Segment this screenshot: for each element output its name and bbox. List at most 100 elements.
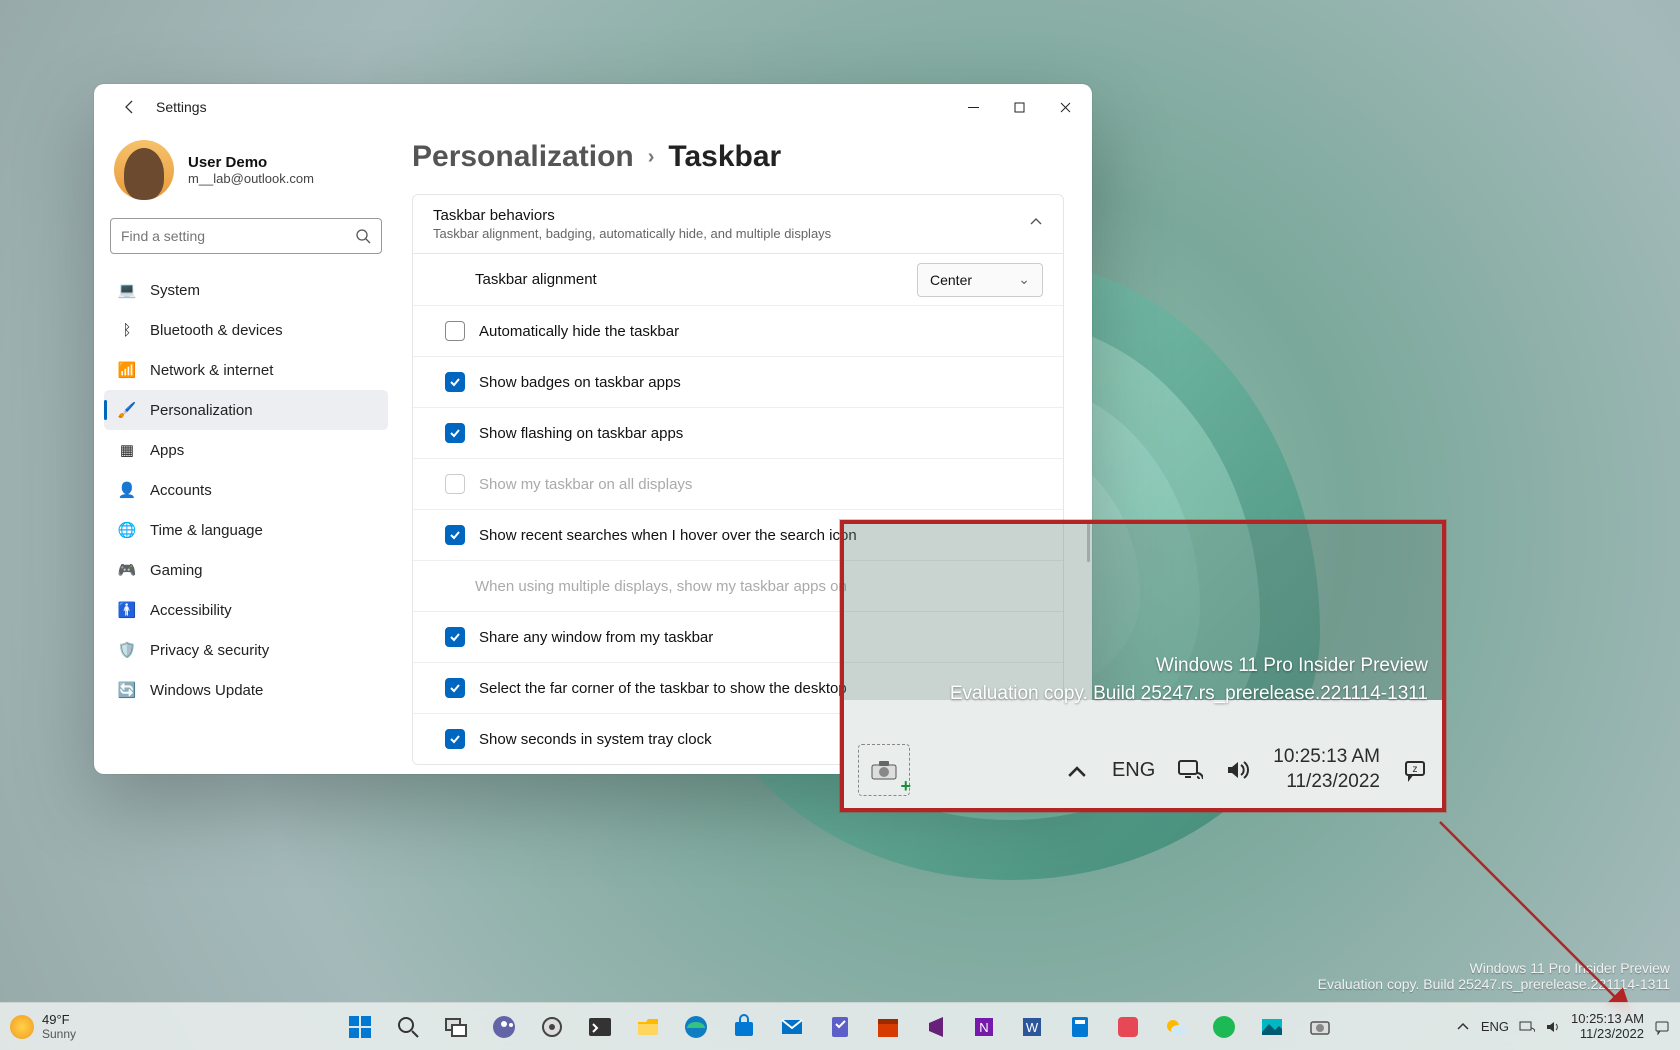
maximize-button[interactable] bbox=[996, 90, 1042, 124]
sidebar-item-accessibility[interactable]: 🚹Accessibility bbox=[104, 590, 388, 630]
tray-notifications-icon[interactable] bbox=[1654, 1019, 1670, 1035]
terminal-icon[interactable] bbox=[580, 1007, 620, 1047]
onenote-icon[interactable]: N bbox=[964, 1007, 1004, 1047]
row-all-displays-label: Show my taskbar on all displays bbox=[479, 476, 692, 493]
row-recent-label: Show recent searches when I hover over t… bbox=[479, 527, 857, 544]
zoom-callout: Windows 11 Pro Insider Preview Evaluatio… bbox=[840, 520, 1446, 812]
sidebar-item-label: System bbox=[150, 282, 200, 299]
tray-language[interactable]: ENG bbox=[1481, 1019, 1509, 1034]
tray-clock[interactable]: 10:25:13 AM 11/23/2022 bbox=[1571, 1012, 1644, 1042]
tray-volume-icon[interactable] bbox=[1545, 1019, 1561, 1035]
sidebar-item-label: Network & internet bbox=[150, 362, 273, 379]
task-view-button[interactable] bbox=[436, 1007, 476, 1047]
tray-overflow-icon[interactable] bbox=[1455, 1019, 1471, 1035]
checkbox-autohide[interactable] bbox=[445, 321, 465, 341]
tray-time: 10:25:13 AM bbox=[1571, 1012, 1644, 1027]
sidebar-item-update[interactable]: 🔄Windows Update bbox=[104, 670, 388, 710]
row-seconds-label: Show seconds in system tray clock bbox=[479, 731, 712, 748]
tray-overflow-icon[interactable] bbox=[1064, 759, 1090, 785]
section-header-taskbar-behaviors[interactable]: Taskbar behaviors Taskbar alignment, bad… bbox=[412, 194, 1064, 254]
network-icon: 📶 bbox=[118, 361, 136, 379]
tray-date: 11/23/2022 bbox=[1571, 1027, 1644, 1042]
sidebar-item-label: Time & language bbox=[150, 522, 263, 539]
apps-icon: ▦ bbox=[118, 441, 136, 459]
checkbox-share[interactable] bbox=[445, 627, 465, 647]
checkbox-seconds[interactable] bbox=[445, 729, 465, 749]
edge-icon[interactable] bbox=[676, 1007, 716, 1047]
callout-watermark-line2: Evaluation copy. Build 25247.rs_prerelea… bbox=[950, 680, 1428, 708]
sidebar-item-label: Apps bbox=[150, 442, 184, 459]
back-button[interactable] bbox=[114, 91, 146, 123]
time-icon: 🌐 bbox=[118, 521, 136, 539]
weather-temp: 49°F bbox=[42, 1012, 76, 1027]
personalization-icon: 🖌️ bbox=[118, 401, 136, 419]
checkbox-recent[interactable] bbox=[445, 525, 465, 545]
checkbox-all-displays bbox=[445, 474, 465, 494]
close-button[interactable] bbox=[1042, 90, 1088, 124]
sidebar-item-personalization[interactable]: 🖌️ Personalization bbox=[104, 390, 388, 430]
minimize-button[interactable] bbox=[950, 90, 996, 124]
screenshot-tool-taskbar-icon[interactable] bbox=[1300, 1007, 1340, 1047]
sidebar-item-accounts[interactable]: 👤Accounts bbox=[104, 470, 388, 510]
display-connect-icon[interactable] bbox=[1177, 757, 1203, 783]
spotify-icon[interactable] bbox=[1204, 1007, 1244, 1047]
sidebar-item-apps[interactable]: ▦ Apps bbox=[104, 430, 388, 470]
sidebar-item-label: Accounts bbox=[150, 482, 212, 499]
sidebar-item-privacy[interactable]: 🛡️Privacy & security bbox=[104, 630, 388, 670]
sidebar-item-gaming[interactable]: 🎮Gaming bbox=[104, 550, 388, 590]
calendar-icon[interactable] bbox=[868, 1007, 908, 1047]
todo-icon[interactable] bbox=[820, 1007, 860, 1047]
screenshot-tool-icon[interactable]: + bbox=[858, 744, 910, 796]
pinned-app-icon[interactable] bbox=[1108, 1007, 1148, 1047]
system-tray: ENG 10:25:13 AM 11/23/2022 bbox=[1455, 1012, 1670, 1042]
notifications-icon[interactable]: z bbox=[1402, 757, 1428, 783]
callout-language[interactable]: ENG bbox=[1112, 759, 1155, 782]
alignment-value: Center bbox=[930, 272, 972, 288]
tray-network-icon[interactable] bbox=[1519, 1019, 1535, 1035]
volume-icon[interactable] bbox=[1225, 757, 1251, 783]
row-alignment-label: Taskbar alignment bbox=[475, 271, 597, 288]
mail-icon[interactable] bbox=[772, 1007, 812, 1047]
explorer-icon[interactable] bbox=[628, 1007, 668, 1047]
settings-icon[interactable] bbox=[532, 1007, 572, 1047]
breadcrumb-parent[interactable]: Personalization bbox=[412, 140, 634, 174]
sidebar-item-time[interactable]: 🌐 Time & language bbox=[104, 510, 388, 550]
vs-icon[interactable] bbox=[916, 1007, 956, 1047]
sidebar-item-system[interactable]: 💻System bbox=[104, 270, 388, 310]
sidebar-item-label: Gaming bbox=[150, 562, 203, 579]
callout-clock[interactable]: 10:25:13 AM 11/23/2022 bbox=[1273, 745, 1380, 794]
row-autohide-label: Automatically hide the taskbar bbox=[479, 323, 679, 340]
profile-block[interactable]: User Demo m__lab@outlook.com bbox=[104, 130, 388, 218]
calculator-icon[interactable] bbox=[1060, 1007, 1100, 1047]
sidebar-item-network[interactable]: 📶 Network & internet bbox=[104, 350, 388, 390]
row-all-displays: Show my taskbar on all displays bbox=[413, 458, 1063, 509]
search-icon bbox=[355, 228, 371, 244]
section-title: Taskbar behaviors bbox=[433, 207, 831, 224]
checkbox-corner[interactable] bbox=[445, 678, 465, 698]
search-input[interactable] bbox=[121, 228, 355, 244]
teams-icon[interactable] bbox=[484, 1007, 524, 1047]
search-box[interactable] bbox=[110, 218, 382, 254]
titlebar: Settings bbox=[94, 84, 1092, 130]
sidebar-item-label: Personalization bbox=[150, 402, 253, 419]
checkbox-flashing[interactable] bbox=[445, 423, 465, 443]
row-flashing[interactable]: Show flashing on taskbar apps bbox=[413, 407, 1063, 458]
photos-icon[interactable] bbox=[1252, 1007, 1292, 1047]
store-icon[interactable] bbox=[724, 1007, 764, 1047]
start-button[interactable] bbox=[340, 1007, 380, 1047]
row-multi-heading-label: When using multiple displays, show my ta… bbox=[475, 578, 847, 595]
row-autohide[interactable]: Automatically hide the taskbar bbox=[413, 305, 1063, 356]
checkbox-badges[interactable] bbox=[445, 372, 465, 392]
search-button[interactable] bbox=[388, 1007, 428, 1047]
word-icon[interactable]: W bbox=[1012, 1007, 1052, 1047]
row-badges[interactable]: Show badges on taskbar apps bbox=[413, 356, 1063, 407]
sidebar-item-bluetooth[interactable]: ᛒBluetooth & devices bbox=[104, 310, 388, 350]
chevron-right-icon: › bbox=[648, 146, 655, 169]
weather-widget[interactable]: 49°F Sunny bbox=[10, 1012, 76, 1041]
breadcrumb-current: Taskbar bbox=[668, 140, 781, 174]
alignment-select[interactable]: Center ⌄ bbox=[917, 263, 1043, 297]
weather-app-icon[interactable] bbox=[1156, 1007, 1196, 1047]
sidebar-item-label: Bluetooth & devices bbox=[150, 322, 283, 339]
sidebar-item-label: Accessibility bbox=[150, 602, 232, 619]
watermark-line2: Evaluation copy. Build 25247.rs_prerelea… bbox=[1318, 976, 1670, 992]
